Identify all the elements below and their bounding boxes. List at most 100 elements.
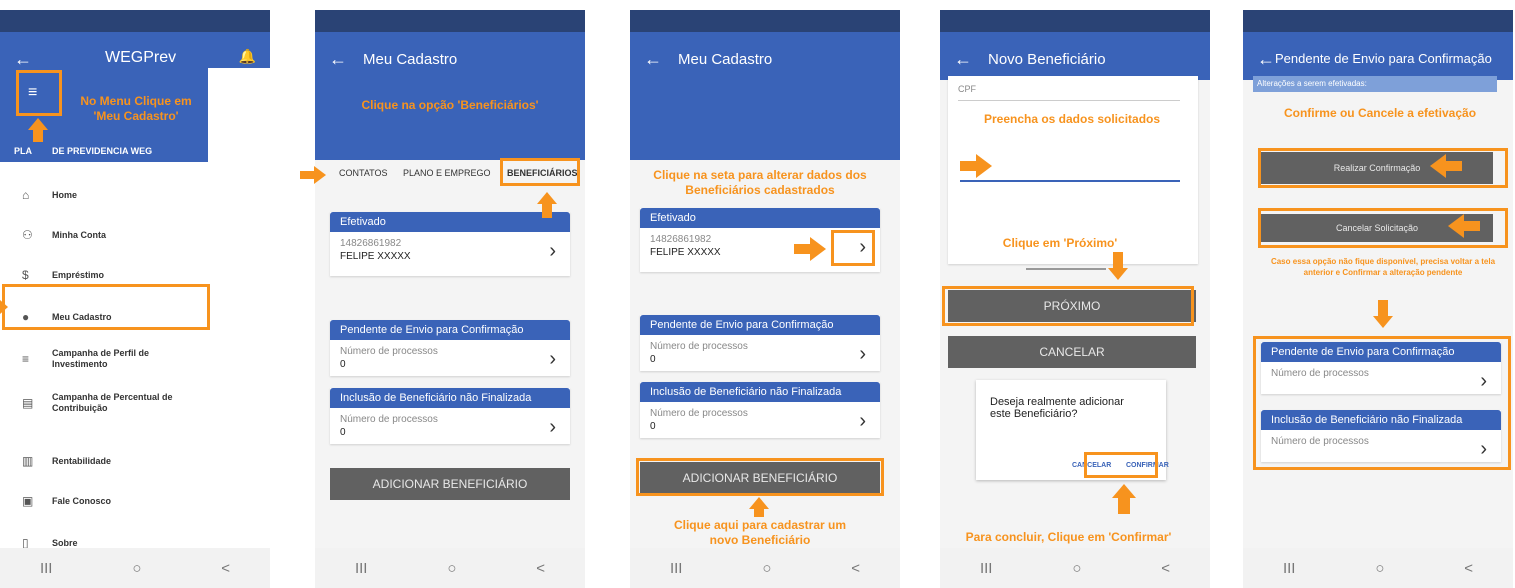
menu-item[interactable]: ▥ Rentabilidade bbox=[0, 442, 210, 482]
arrow-up-shaft bbox=[33, 130, 43, 142]
back-chevron-icon[interactable]: < bbox=[221, 560, 230, 577]
menu-item[interactable]: ▣ Fale Conosco bbox=[0, 482, 210, 522]
app-bar: ← Novo Beneficiário bbox=[940, 32, 1210, 80]
annotation-confirm-or-cancel: Confirme ou Cancele a efetivação bbox=[1283, 106, 1477, 120]
arrow-right-to-meu-cadastro bbox=[0, 300, 8, 314]
menu-item-label: Home bbox=[52, 190, 78, 200]
arrow-down-to-cards bbox=[1373, 316, 1393, 328]
screen-title: Novo Beneficiário bbox=[988, 51, 1106, 68]
annotation-confirm: Para concluir, Clique em 'Confirmar' bbox=[965, 530, 1172, 544]
tab-contatos[interactable]: CONTATOS bbox=[339, 168, 388, 178]
annotation-note: Caso essa opção não fique disponível, pr… bbox=[1270, 257, 1496, 277]
chevron-right-icon[interactable]: › bbox=[859, 410, 866, 433]
arrow-right-shaft bbox=[960, 161, 976, 171]
highlight-chevron-efetivado bbox=[831, 230, 875, 266]
back-chevron-icon[interactable]: < bbox=[1464, 560, 1473, 577]
back-chevron-icon[interactable]: < bbox=[1161, 560, 1170, 577]
back-chevron-icon[interactable]: < bbox=[536, 560, 545, 577]
step-indicator bbox=[1026, 268, 1106, 270]
chevron-right-icon[interactable]: › bbox=[549, 416, 556, 439]
status-bar bbox=[0, 10, 270, 32]
status-bar bbox=[940, 10, 1210, 32]
recent-apps-icon[interactable]: III bbox=[980, 560, 993, 577]
drawer-plan-label: DE PREVIDENCIA WEG bbox=[52, 146, 153, 156]
card-pendente: Pendente de Envio para Confirmação Númer… bbox=[330, 320, 570, 376]
system-navbar: III ○ < bbox=[0, 548, 270, 588]
processes-row[interactable]: Número de processos 0 › bbox=[330, 408, 570, 444]
home-circle-icon[interactable]: ○ bbox=[762, 560, 771, 577]
chart-icon: ▥ bbox=[22, 454, 34, 468]
back-arrow-icon[interactable]: ← bbox=[644, 50, 662, 68]
annotation-beneficiarios: Clique na opção 'Beneficiários' bbox=[361, 98, 539, 112]
arrow-up-to-add bbox=[749, 497, 769, 509]
home-circle-icon[interactable]: ○ bbox=[1375, 560, 1384, 577]
processes-row[interactable]: Número de processos 0 › bbox=[640, 335, 880, 371]
beneficiary-row[interactable]: 14826861982 FELIPE XXXXX › bbox=[330, 232, 570, 268]
back-chevron-icon[interactable]: < bbox=[851, 560, 860, 577]
add-beneficiary-button[interactable]: ADICIONAR BENEFICIÁRIO bbox=[330, 468, 570, 500]
changes-header: Alterações a serem efetivadas: bbox=[1253, 76, 1497, 92]
dollar-icon: $ bbox=[22, 268, 29, 282]
screen-title: Meu Cadastro bbox=[678, 51, 773, 68]
recent-apps-icon[interactable]: III bbox=[355, 560, 368, 577]
notification-bell-icon[interactable]: 🔔 bbox=[239, 48, 256, 65]
processes-row[interactable]: Número de processos 0 › bbox=[640, 402, 880, 438]
arrow-left-to-cancel bbox=[1448, 214, 1464, 238]
card-efetivado: Efetivado 14826861982 FELIPE XXXXX › bbox=[330, 212, 570, 276]
dialog-message: Deseja realmente adicionar este Benefici… bbox=[990, 396, 1124, 420]
back-arrow-icon[interactable]: ← bbox=[14, 50, 32, 68]
drawer-plan-prefix: PLA bbox=[14, 146, 32, 156]
home-circle-icon[interactable]: ○ bbox=[132, 560, 141, 577]
arrow-left-shaft bbox=[1464, 221, 1480, 231]
menu-item-label: Rentabilidade bbox=[52, 456, 112, 466]
cancel-button[interactable]: CANCELAR bbox=[948, 336, 1196, 368]
cpf-value: 14826861982 bbox=[340, 238, 402, 249]
recent-apps-icon[interactable]: III bbox=[40, 560, 53, 577]
highlight-add-button bbox=[636, 458, 884, 496]
menu-item-label: Minha Conta bbox=[52, 230, 106, 240]
account-icon: ⚇ bbox=[22, 228, 33, 242]
list-edit-icon: ≡ bbox=[22, 352, 30, 366]
highlight-meu-cadastro bbox=[2, 284, 210, 330]
arrow-down-to-next bbox=[1108, 268, 1128, 280]
menu-item[interactable]: ⚇ Minha Conta bbox=[0, 216, 210, 256]
home-circle-icon[interactable]: ○ bbox=[1072, 560, 1081, 577]
card-inclusao: Inclusão de Beneficiário não Finalizada … bbox=[330, 388, 570, 444]
processes-label: Número de processos bbox=[340, 346, 438, 357]
arrow-left-shaft bbox=[1446, 161, 1462, 171]
processes-row[interactable]: Número de processos 0 › bbox=[330, 340, 570, 376]
tab-plano-emprego[interactable]: PLANO E EMPREGO bbox=[403, 168, 491, 178]
system-navbar: III ○ < bbox=[630, 548, 900, 588]
card-header: Pendente de Envio para Confirmação bbox=[330, 320, 570, 340]
recent-apps-icon[interactable]: III bbox=[670, 560, 683, 577]
system-navbar: III ○ < bbox=[940, 548, 1210, 588]
home-circle-icon[interactable]: ○ bbox=[447, 560, 456, 577]
chevron-right-icon[interactable]: › bbox=[549, 240, 556, 263]
highlight-confirm-button bbox=[1084, 452, 1158, 478]
screen-title: Pendente de Envio para Confirmação bbox=[1275, 51, 1492, 66]
arrow-up-to-beneficiarios bbox=[537, 192, 557, 204]
arrow-up-to-confirm bbox=[1112, 484, 1136, 498]
arrow-up-shaft bbox=[1118, 498, 1130, 514]
app-bar: ← Pendente de Envio para Confirmação bbox=[1243, 32, 1513, 80]
back-arrow-icon[interactable]: ← bbox=[954, 50, 972, 68]
chevron-right-icon[interactable]: › bbox=[859, 343, 866, 366]
beneficiary-name: FELIPE XXXXX bbox=[340, 251, 411, 262]
arrow-right-head bbox=[314, 166, 326, 184]
contact-icon: ▣ bbox=[22, 494, 34, 508]
back-arrow-icon[interactable]: ← bbox=[329, 50, 347, 68]
menu-item[interactable]: ⌂ Home bbox=[0, 176, 210, 216]
arrow-right-shaft bbox=[794, 244, 810, 254]
screen-pendente-confirmacao: ← Pendente de Envio para Confirmação Alt… bbox=[1243, 10, 1513, 588]
menu-item[interactable]: ▤ Campanha de Percentual de Contribuição bbox=[0, 384, 210, 424]
cpf-input[interactable] bbox=[960, 180, 1180, 182]
recent-apps-icon[interactable]: III bbox=[1283, 560, 1296, 577]
arrow-right-to-field bbox=[976, 154, 992, 178]
processes-label: Número de processos bbox=[340, 414, 438, 425]
menu-item[interactable]: ≡ Campanha de Perfil de Investimento bbox=[0, 340, 210, 380]
card-header: Pendente de Envio para Confirmação bbox=[640, 315, 880, 335]
chevron-right-icon[interactable]: › bbox=[549, 348, 556, 371]
highlight-tab-beneficiarios bbox=[500, 158, 580, 186]
back-arrow-icon[interactable]: ← bbox=[1257, 50, 1275, 68]
arrow-up-shaft bbox=[542, 204, 552, 218]
